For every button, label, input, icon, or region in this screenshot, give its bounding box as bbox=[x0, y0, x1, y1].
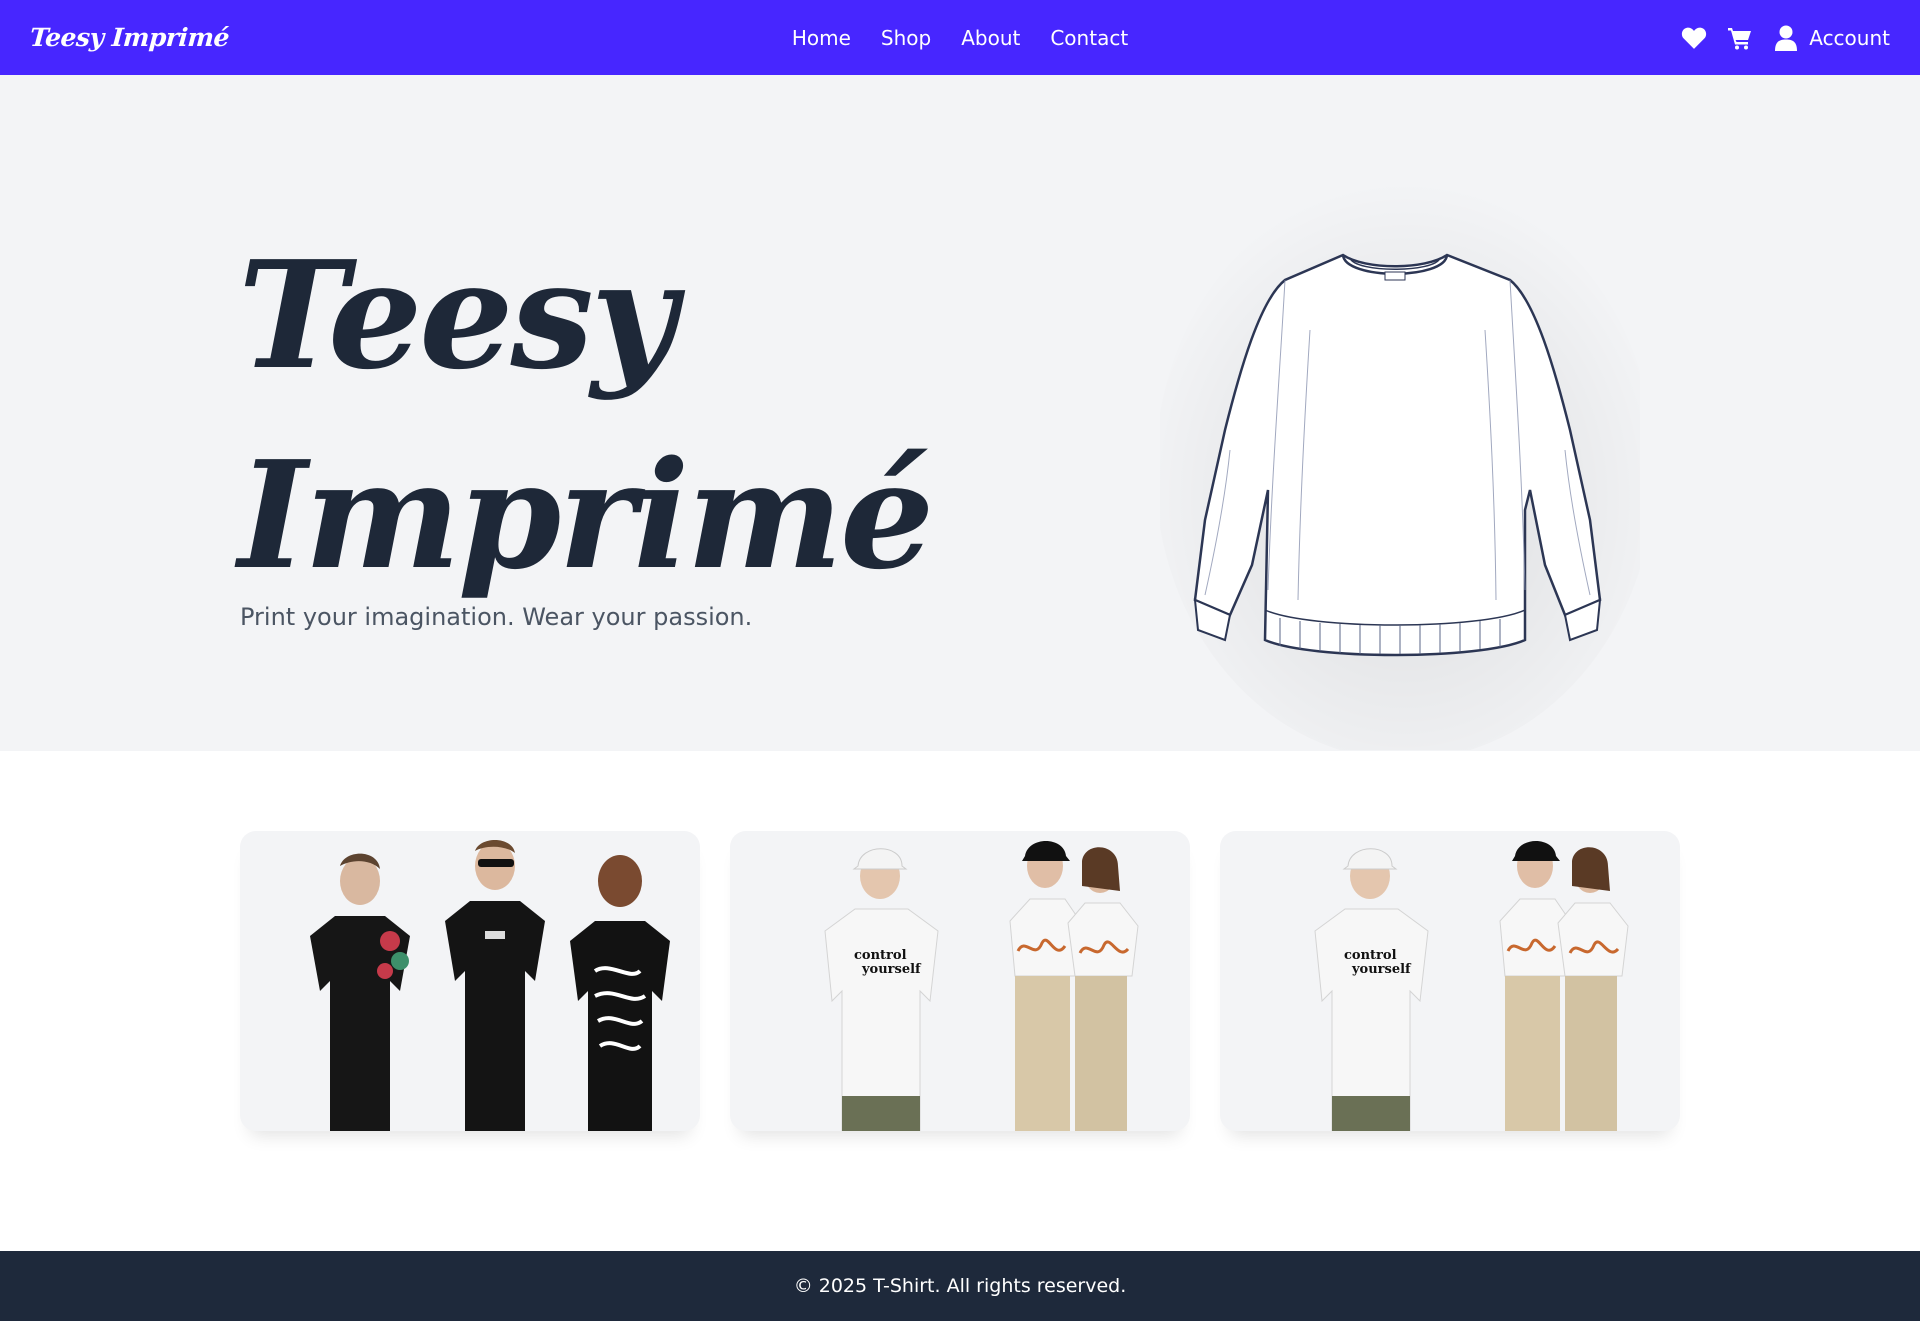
hero-title: Teesy Imprimé bbox=[238, 215, 934, 615]
svg-text:yourself: yourself bbox=[1351, 962, 1412, 977]
product-image-white-tees: control yourself bbox=[1314, 841, 1629, 1131]
svg-text:yourself: yourself bbox=[861, 962, 922, 977]
top-navbar: Teesy Imprimé Home Shop About Contact Ac… bbox=[0, 0, 1920, 75]
featured-products: control yourself control yourself bbox=[240, 831, 1680, 1131]
product-card[interactable]: control yourself bbox=[1220, 831, 1680, 1131]
nav-about-link[interactable]: About bbox=[961, 26, 1020, 50]
nav-shop-link[interactable]: Shop bbox=[881, 26, 931, 50]
product-card[interactable] bbox=[240, 831, 700, 1131]
brand-logo[interactable]: Teesy Imprimé bbox=[27, 0, 231, 75]
cart-icon[interactable] bbox=[1726, 24, 1754, 52]
main-nav: Home Shop About Contact bbox=[0, 0, 1920, 75]
product-card[interactable]: control yourself bbox=[730, 831, 1190, 1131]
hero-sweater-image bbox=[1155, 170, 1655, 760]
footer-copyright: © 2025 T-Shirt. All rights reserved. bbox=[793, 1275, 1127, 1297]
user-icon bbox=[1772, 24, 1800, 52]
svg-text:control: control bbox=[1344, 948, 1397, 963]
product-image-black-tees bbox=[310, 839, 670, 1131]
hero-section: Teesy Imprimé Print your imagination. We… bbox=[0, 75, 1920, 760]
account-button[interactable]: Account bbox=[1772, 24, 1890, 52]
hero-title-line-1: Teesy bbox=[238, 228, 677, 402]
nav-contact-link[interactable]: Contact bbox=[1050, 26, 1128, 50]
svg-text:control: control bbox=[854, 948, 907, 963]
hero-title-line-2: Imprimé bbox=[238, 428, 934, 602]
account-label: Account bbox=[1809, 25, 1890, 50]
product-image-white-tees: control yourself bbox=[824, 841, 1139, 1131]
nav-home-link[interactable]: Home bbox=[792, 26, 851, 50]
hero-subtitle: Print your imagination. Wear your passio… bbox=[240, 603, 753, 631]
heart-icon[interactable] bbox=[1680, 24, 1708, 52]
nav-actions: Account bbox=[1680, 0, 1890, 75]
site-footer: © 2025 T-Shirt. All rights reserved. bbox=[0, 1251, 1920, 1321]
